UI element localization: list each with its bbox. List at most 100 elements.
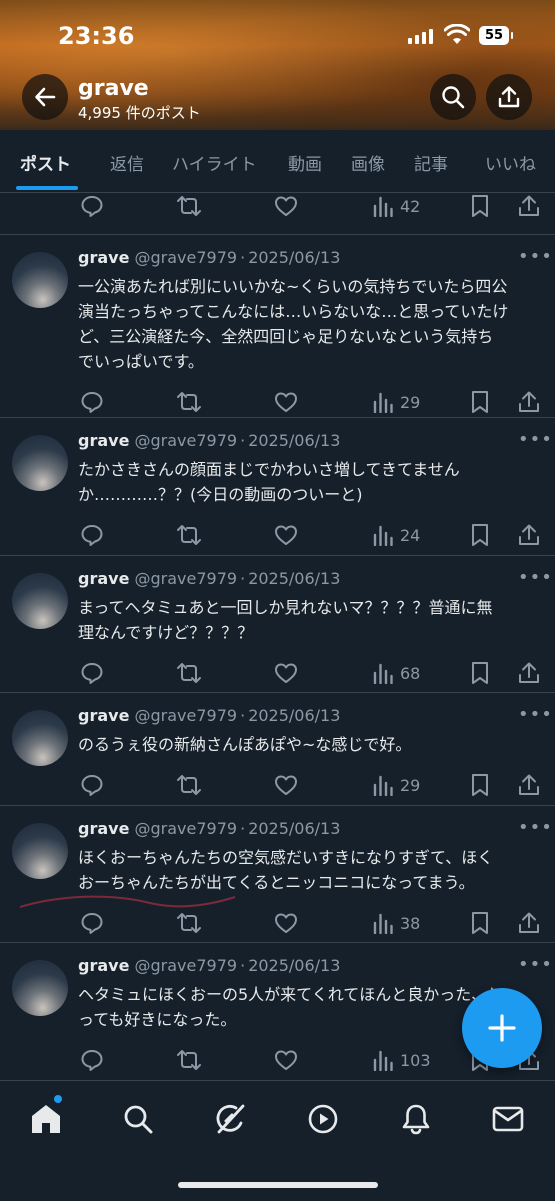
author-name[interactable]: grave xyxy=(78,706,129,725)
reply-button[interactable] xyxy=(80,772,104,798)
back-button[interactable] xyxy=(22,74,68,120)
nav-messages[interactable] xyxy=(490,1101,526,1137)
nav-search[interactable] xyxy=(120,1101,156,1137)
post-text-line: まってヘタミュあと一回しか見れないマ？？？？普通に無 xyxy=(78,598,493,617)
tab-videos[interactable]: 動画 xyxy=(288,150,322,175)
share-profile-button[interactable] xyxy=(486,74,532,120)
reply-button[interactable] xyxy=(80,660,104,686)
author-name[interactable]: grave xyxy=(78,569,129,588)
author-name[interactable]: grave xyxy=(78,819,129,838)
views-button[interactable]: 42 xyxy=(372,193,420,219)
share-button[interactable] xyxy=(518,772,540,798)
repost-button[interactable] xyxy=(176,772,202,798)
reply-icon xyxy=(81,392,103,413)
author-handle[interactable]: @grave7979 xyxy=(135,819,238,838)
avatar[interactable] xyxy=(12,710,68,766)
views-button[interactable]: 38 xyxy=(372,910,420,936)
tab-replies[interactable]: 返信 xyxy=(110,150,144,175)
more-options-icon[interactable]: ••• xyxy=(518,567,553,588)
avatar[interactable] xyxy=(12,435,68,491)
post-partial[interactable]: 42 xyxy=(0,192,555,235)
like-button[interactable] xyxy=(274,772,298,798)
post-meta: grave @grave7979 · 2025/06/13 xyxy=(78,569,340,588)
reply-button[interactable] xyxy=(80,193,104,219)
author-handle[interactable]: @grave7979 xyxy=(135,569,238,588)
bookmark-button[interactable] xyxy=(470,772,490,798)
author-handle[interactable]: @grave7979 xyxy=(135,431,238,450)
author-name[interactable]: grave xyxy=(78,956,129,975)
like-button[interactable] xyxy=(274,910,298,936)
author-name[interactable]: grave xyxy=(78,248,129,267)
views-button[interactable]: 68 xyxy=(372,660,420,686)
tab-highlights[interactable]: ハイライト xyxy=(172,150,257,175)
author-handle[interactable]: @grave7979 xyxy=(135,706,238,725)
post-date[interactable]: 2025/06/13 xyxy=(248,431,340,450)
meta-separator: · xyxy=(240,956,246,975)
profile-name: grave xyxy=(78,76,149,101)
bookmark-button[interactable] xyxy=(470,660,490,686)
nav-home[interactable] xyxy=(28,1101,64,1137)
post-date[interactable]: 2025/06/13 xyxy=(248,569,340,588)
like-button[interactable] xyxy=(274,389,298,415)
bookmark-button[interactable] xyxy=(470,522,490,548)
repost-button[interactable] xyxy=(176,1047,202,1073)
repost-button[interactable] xyxy=(176,660,202,686)
reply-button[interactable] xyxy=(80,522,104,548)
more-options-icon[interactable]: ••• xyxy=(518,954,553,975)
reply-button[interactable] xyxy=(80,389,104,415)
post[interactable]: grave @grave7979 · 2025/06/13 ••• 一公演あたれば別… xyxy=(0,234,555,418)
bookmark-button[interactable] xyxy=(470,193,490,219)
compose-post-button[interactable] xyxy=(462,988,542,1068)
tab-likes[interactable]: いいね xyxy=(485,150,536,175)
like-button[interactable] xyxy=(274,660,298,686)
more-options-icon[interactable]: ••• xyxy=(518,429,553,450)
more-options-icon[interactable]: ••• xyxy=(518,817,553,838)
nav-video[interactable] xyxy=(305,1101,341,1137)
meta-separator: · xyxy=(240,569,246,588)
views-button[interactable]: 29 xyxy=(372,772,420,798)
views-button[interactable]: 103 xyxy=(372,1047,431,1073)
tab-posts[interactable]: ポスト xyxy=(20,150,71,175)
like-button[interactable] xyxy=(274,193,298,219)
nav-grok[interactable] xyxy=(212,1101,248,1137)
post-date[interactable]: 2025/06/13 xyxy=(248,248,340,267)
bookmark-button[interactable] xyxy=(470,910,490,936)
back-arrow-icon xyxy=(35,87,56,107)
repost-button[interactable] xyxy=(176,389,202,415)
like-button[interactable] xyxy=(274,522,298,548)
nav-notifications[interactable] xyxy=(398,1101,434,1137)
author-handle[interactable]: @grave7979 xyxy=(135,956,238,975)
share-button[interactable] xyxy=(518,910,540,936)
bookmark-icon xyxy=(472,662,488,684)
bookmark-button[interactable] xyxy=(470,389,490,415)
post[interactable]: grave @grave7979 · 2025/06/13 ••• まってヘタミュあ… xyxy=(0,555,555,693)
meta-separator: · xyxy=(240,819,246,838)
author-handle[interactable]: @grave7979 xyxy=(135,248,238,267)
post-date[interactable]: 2025/06/13 xyxy=(248,706,340,725)
avatar[interactable] xyxy=(12,252,68,308)
post[interactable]: grave @grave7979 · 2025/06/13 ••• たかさきさんの顔… xyxy=(0,417,555,556)
search-button[interactable] xyxy=(430,74,476,120)
share-button[interactable] xyxy=(518,660,540,686)
post-date[interactable]: 2025/06/13 xyxy=(248,819,340,838)
tab-articles[interactable]: 記事 xyxy=(414,150,448,175)
avatar[interactable] xyxy=(12,960,68,1016)
post[interactable]: grave @grave7979 · 2025/06/13 ••• ほくおーちゃんた… xyxy=(0,805,555,943)
avatar[interactable] xyxy=(12,823,68,879)
avatar[interactable] xyxy=(12,573,68,629)
tab-images[interactable]: 画像 xyxy=(351,150,385,175)
reply-button[interactable] xyxy=(80,1047,104,1073)
more-options-icon[interactable]: ••• xyxy=(518,704,553,725)
repost-button[interactable] xyxy=(176,522,202,548)
share-button[interactable] xyxy=(518,193,540,219)
views-button[interactable]: 29 xyxy=(372,389,420,415)
post-date[interactable]: 2025/06/13 xyxy=(248,956,340,975)
share-button[interactable] xyxy=(518,389,540,415)
more-options-icon[interactable]: ••• xyxy=(518,246,553,267)
share-button[interactable] xyxy=(518,522,540,548)
post[interactable]: grave @grave7979 · 2025/06/13 ••• のるうぇ役の新納… xyxy=(0,692,555,806)
views-button[interactable]: 24 xyxy=(372,522,420,548)
author-name[interactable]: grave xyxy=(78,431,129,450)
like-button[interactable] xyxy=(274,1047,298,1073)
repost-button[interactable] xyxy=(176,193,202,219)
